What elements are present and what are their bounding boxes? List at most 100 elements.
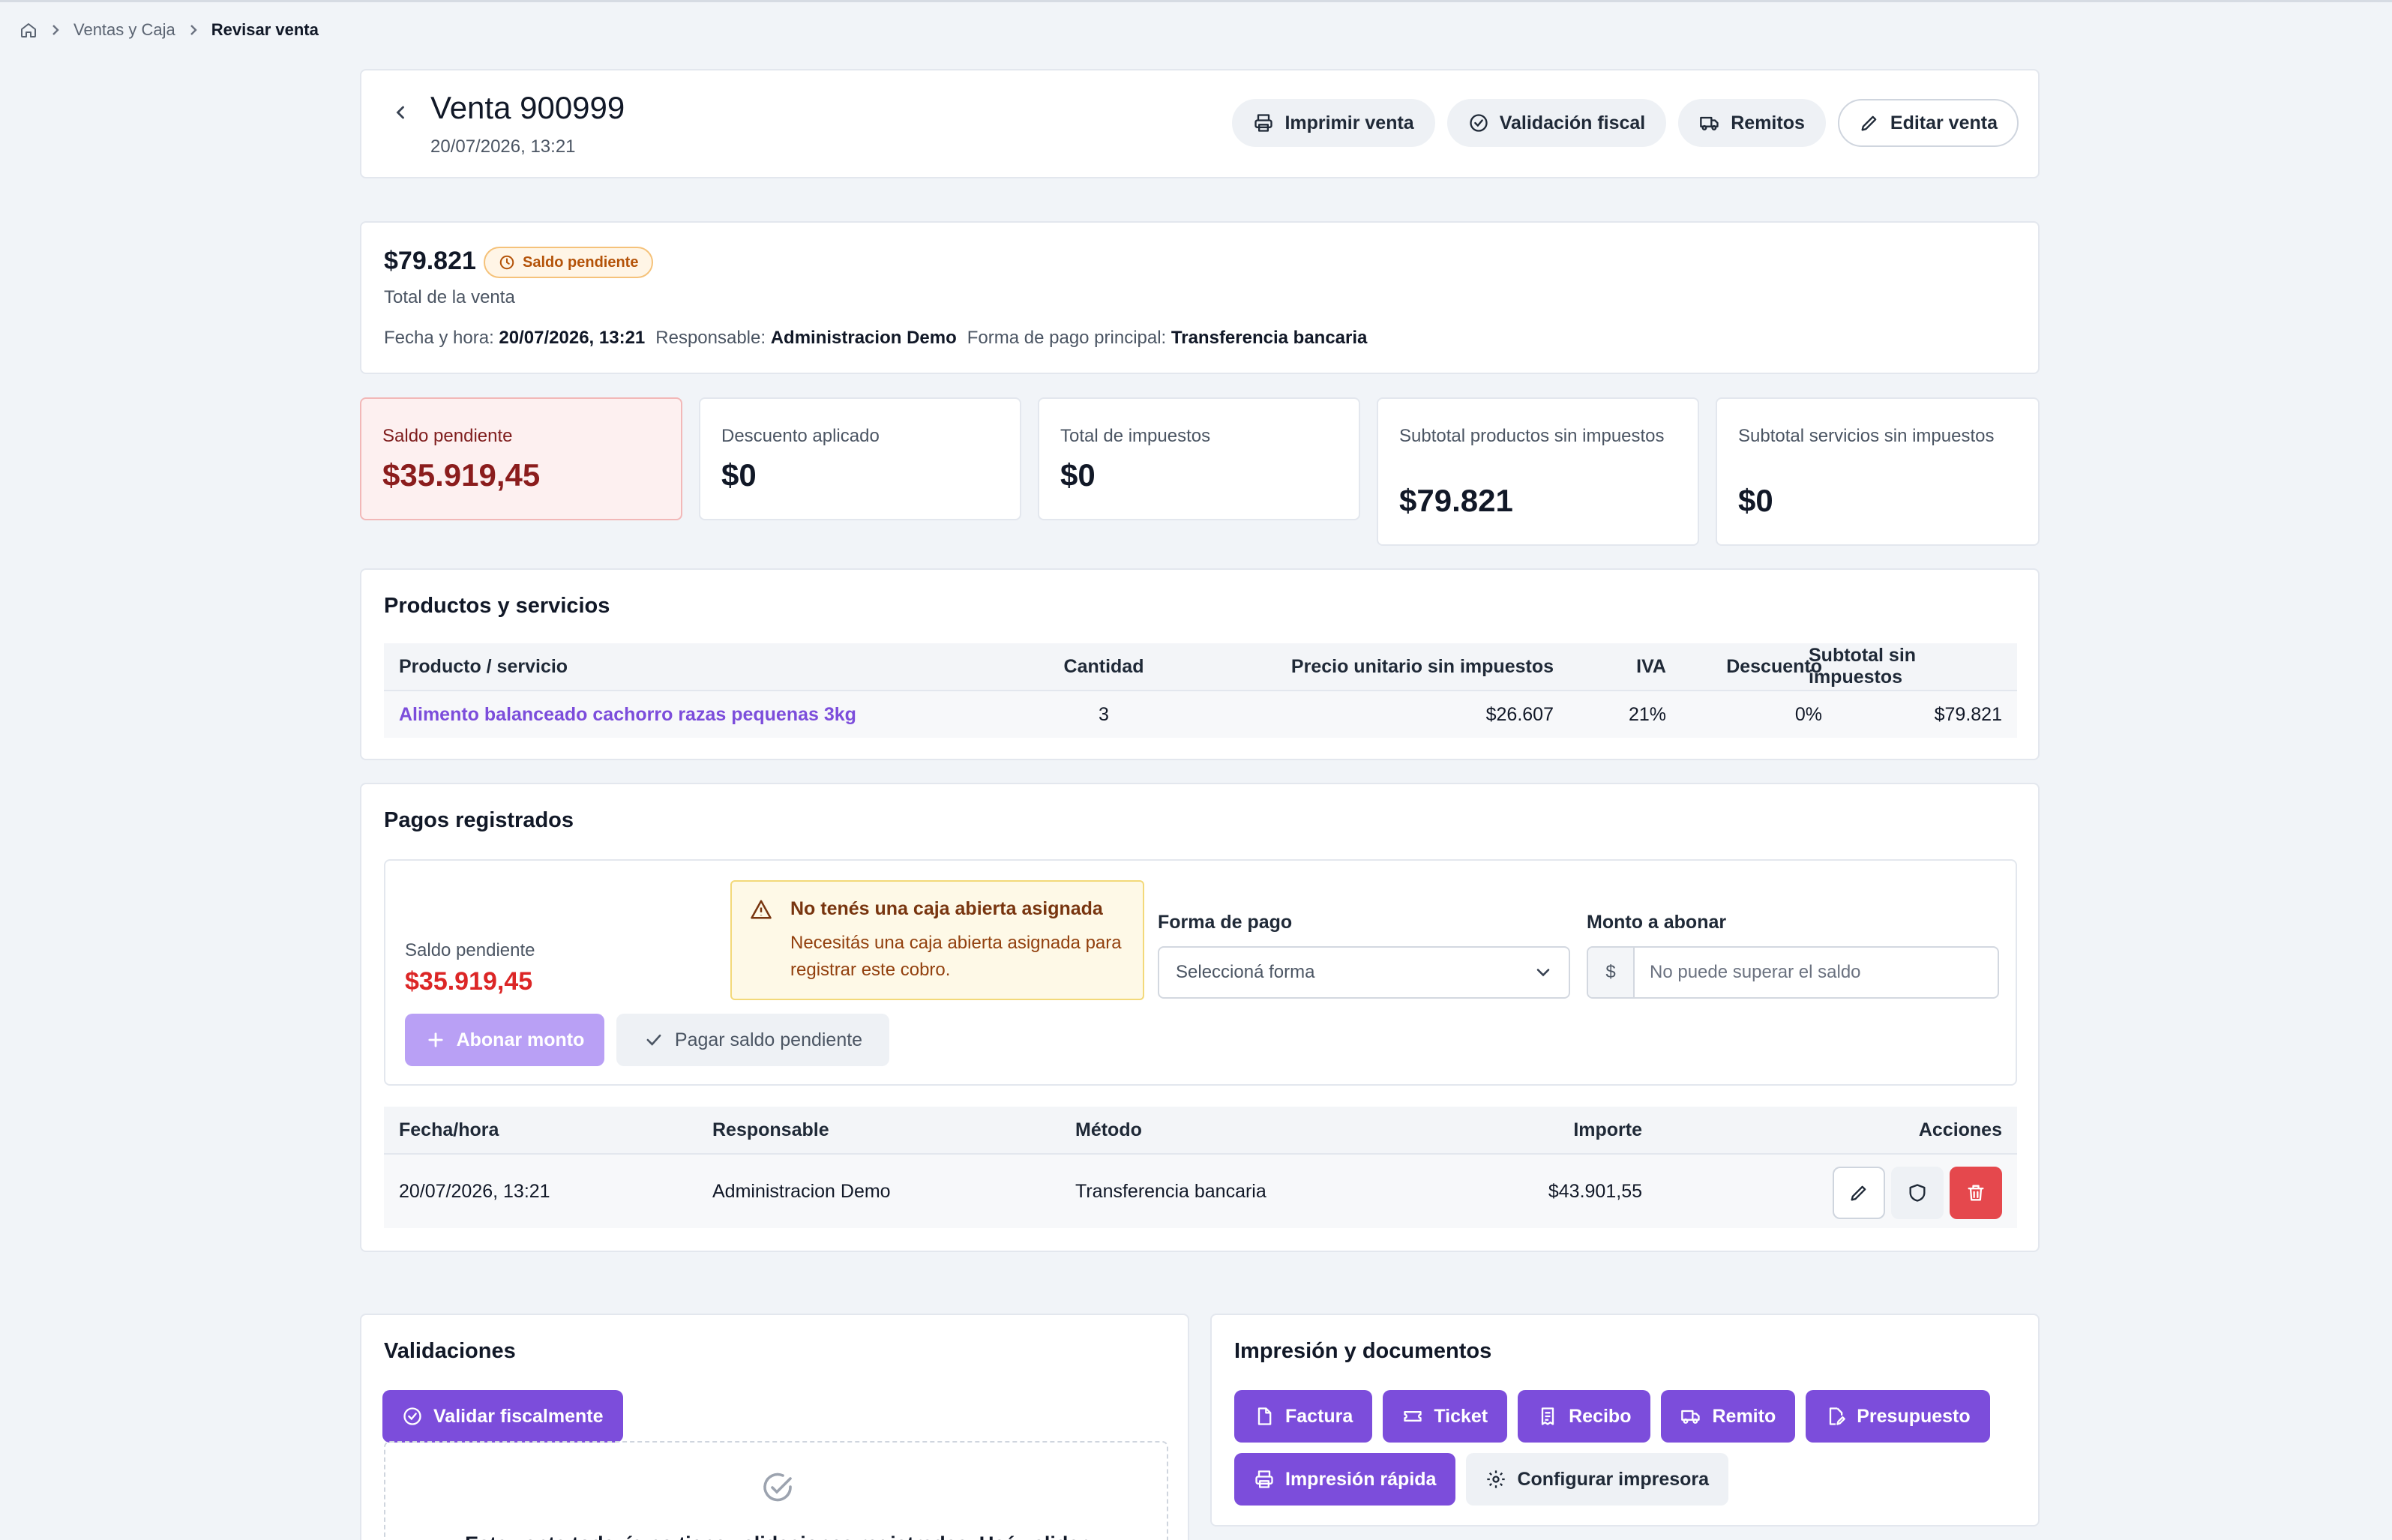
chevron-right-icon [46, 21, 64, 39]
pencil-icon [1848, 1182, 1869, 1203]
col-acciones: Acciones [1918, 1119, 2002, 1140]
impresion-rapida-label: Impresión rápida [1285, 1468, 1437, 1490]
status-badge-label: Saldo pendiente [523, 253, 639, 271]
payments-title: Pagos registrados [384, 808, 574, 832]
shield-payment-button[interactable] [1891, 1167, 1944, 1219]
chevron-down-icon [1533, 962, 1554, 983]
col-descuento: Descuento [1726, 655, 1822, 677]
payment-method-value: Transferencia bancaria [1171, 328, 1368, 348]
table-row: 20/07/2026, 13:21 Administracion Demo Tr… [384, 1155, 2017, 1228]
stat-value: $79.821 [1399, 483, 1513, 518]
recibo-label: Recibo [1569, 1405, 1632, 1427]
products-table: Producto / servicio Cantidad Precio unit… [384, 643, 2017, 738]
pending-balance-value: $35.919,45 [405, 967, 533, 996]
remito-label: Remito [1712, 1405, 1776, 1427]
breadcrumb-item-ventas[interactable]: Ventas y Caja [73, 20, 175, 40]
payment-method-field-label: Forma de pago [1158, 912, 1293, 933]
chevron-right-icon [184, 21, 202, 39]
configurar-impresora-button[interactable]: Configurar impresora [1466, 1453, 1729, 1506]
top-border [0, 0, 2392, 2]
remito-button[interactable]: Remito [1661, 1390, 1796, 1443]
payment-method: Transferencia bancaria [1075, 1180, 1266, 1202]
edit-sale-label: Editar venta [1890, 112, 1998, 133]
validations-empty-state: Esta venta todavía no tiene validaciones… [384, 1441, 1168, 1540]
abonar-monto-label: Abonar monto [456, 1029, 585, 1050]
check-icon [643, 1029, 664, 1050]
stat-label: Total de impuestos [1060, 426, 1211, 446]
col-metodo: Método [1075, 1119, 1142, 1140]
products-table-header: Producto / servicio Cantidad Precio unit… [384, 643, 2017, 691]
impresion-rapida-button[interactable]: Impresión rápida [1234, 1453, 1456, 1506]
printer-icon [1253, 112, 1274, 133]
abonar-monto-button[interactable]: Abonar monto [405, 1014, 604, 1066]
payments-section: Pagos registrados Saldo pendiente $35.91… [360, 783, 2040, 1252]
gear-icon [1485, 1469, 1506, 1490]
stat-label: Subtotal servicios sin impuestos [1738, 426, 1995, 446]
responsable-value: Administracion Demo [770, 328, 957, 348]
recibo-button[interactable]: Recibo [1518, 1390, 1651, 1443]
edit-payment-button[interactable] [1833, 1167, 1885, 1219]
currency-prefix: $ [1588, 948, 1635, 997]
pending-balance-label: Saldo pendiente [405, 940, 535, 960]
factura-button[interactable]: Factura [1234, 1390, 1373, 1443]
pencil-icon [1859, 112, 1880, 133]
product-subtotal: $79.821 [1934, 703, 2002, 725]
fiscal-validation-button[interactable]: Validación fiscal [1446, 99, 1667, 147]
amount-field-label: Monto a abonar [1587, 912, 1727, 933]
amount-input[interactable] [1635, 948, 1998, 997]
products-section: Productos y servicios Producto / servici… [360, 568, 2040, 760]
file-icon [1254, 1406, 1275, 1427]
printing-section: Impresión y documentos Factura Ticket Re… [1210, 1314, 2040, 1527]
payment-responsable: Administracion Demo [712, 1180, 891, 1202]
payments-table: Fecha/hora Responsable Método Importe Ac… [384, 1107, 2017, 1228]
stat-saldo-pendiente: Saldo pendiente $35.919,45 [360, 397, 682, 520]
back-button[interactable] [385, 97, 415, 127]
product-iva: 21% [1628, 703, 1666, 725]
warning-icon [750, 898, 772, 921]
payment-method-select[interactable]: Seleccioná forma [1158, 946, 1570, 999]
factura-label: Factura [1285, 1405, 1353, 1427]
stat-label: Saldo pendiente [382, 426, 513, 446]
validate-fiscal-button[interactable]: Validar fiscalmente [382, 1390, 623, 1443]
edit-sale-button[interactable]: Editar venta [1837, 99, 2019, 147]
delete-payment-button[interactable] [1950, 1167, 2002, 1219]
alert-description: Necesitás una caja abierta asignada para… [790, 933, 1122, 980]
check-circle-icon [1468, 112, 1489, 133]
col-iva: IVA [1636, 655, 1666, 677]
print-sale-label: Imprimir venta [1284, 112, 1414, 133]
status-badge: Saldo pendiente [484, 247, 654, 278]
payments-table-header: Fecha/hora Responsable Método Importe Ac… [384, 1107, 2017, 1155]
payment-amount: $43.901,55 [1548, 1180, 1642, 1202]
trash-icon [1965, 1182, 1986, 1203]
product-discount: 0% [1794, 703, 1822, 725]
products-title: Productos y servicios [384, 594, 610, 618]
product-link[interactable]: Alimento balanceado cachorro razas peque… [399, 704, 856, 726]
stat-label: Subtotal productos sin impuestos [1399, 426, 1665, 446]
remitos-button[interactable]: Remitos [1678, 99, 1826, 147]
payment-form: Saldo pendiente $35.919,45 Abonar monto … [384, 859, 2017, 1086]
page-title: Venta 900999 [430, 90, 625, 125]
col-producto: Producto / servicio [399, 655, 568, 677]
payment-method-placeholder: Seleccioná forma [1176, 962, 1315, 982]
sale-total-label: Total de la venta [384, 287, 515, 307]
print-sale-button[interactable]: Imprimir venta [1232, 99, 1435, 147]
product-qty: 3 [1099, 703, 1109, 725]
stat-value: $0 [1060, 457, 1096, 493]
ticket-button[interactable]: Ticket [1383, 1390, 1508, 1443]
responsable-label: Responsable: [655, 328, 766, 348]
stat-value: $0 [1738, 483, 1773, 518]
chevron-left-icon [390, 102, 411, 123]
ticket-icon [1402, 1406, 1423, 1427]
pagar-saldo-button[interactable]: Pagar saldo pendiente [616, 1014, 889, 1066]
sale-meta: Fecha y hora: 20/07/2026, 13:21 Responsa… [384, 328, 1367, 349]
validations-empty-message: Esta venta todavía no tiene validaciones… [385, 1533, 1167, 1540]
plus-icon [425, 1029, 446, 1050]
col-cantidad: Cantidad [1063, 655, 1144, 677]
page-subtitle: 20/07/2026, 13:21 [430, 136, 576, 157]
home-icon[interactable] [19, 21, 37, 39]
table-row: Alimento balanceado cachorro razas peque… [384, 691, 2017, 738]
presupuesto-button[interactable]: Presupuesto [1806, 1390, 1990, 1443]
col-responsable: Responsable [712, 1119, 829, 1140]
stat-impuestos: Total de impuestos $0 [1038, 397, 1360, 520]
stat-value: $35.919,45 [382, 457, 541, 493]
